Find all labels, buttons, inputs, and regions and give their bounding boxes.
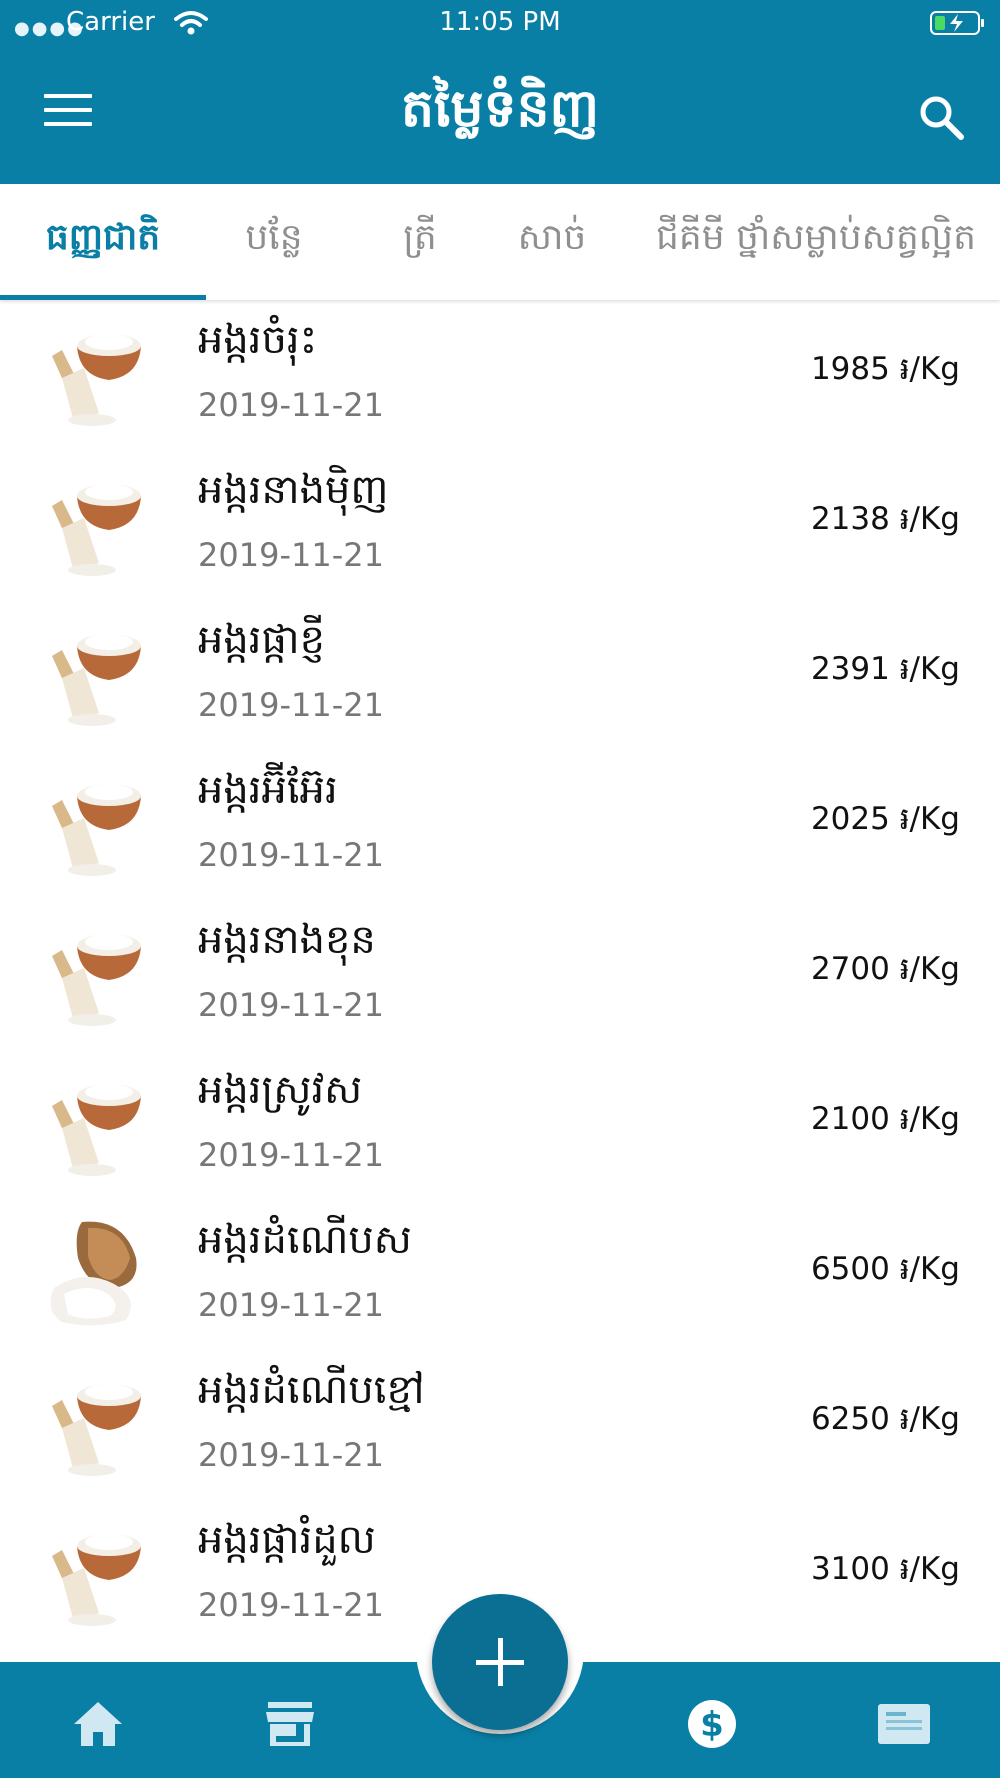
list-item[interactable]: អង្ករផ្កាខ្ញី 2019-11-21 2391 ៛/Kg [0, 600, 1000, 750]
list-item[interactable]: អង្ករនាងម៉ិញ 2019-11-21 2138 ៛/Kg [0, 450, 1000, 600]
item-price: 6250 ៛/Kg [810, 1401, 960, 1437]
app-bar: តម្លៃទំនិញ [0, 46, 1000, 184]
item-date: 2019-11-21 [198, 1136, 384, 1174]
rice-thumbnail [44, 1068, 154, 1180]
tab-vegetables[interactable]: បន្លែ [206, 184, 342, 300]
dollar-icon[interactable]: $ [684, 1698, 740, 1750]
item-date: 2019-11-21 [198, 386, 384, 424]
item-name: អង្ករផ្កាខ្ញី [198, 617, 325, 663]
item-price: 2138 ៛/Kg [810, 501, 960, 537]
item-date: 2019-11-21 [198, 986, 384, 1024]
rice-thumbnail [44, 618, 154, 730]
item-date: 2019-11-21 [198, 536, 384, 574]
tab-fish[interactable]: ត្រី [370, 184, 470, 300]
tab-cereals[interactable]: ធញ្ញជាតិ [0, 184, 206, 300]
page-title: តម្លៃទំនិញ [400, 78, 600, 139]
item-price: 2391 ៛/Kg [810, 651, 960, 687]
item-name: អង្ករស្រូវស [198, 1067, 363, 1113]
item-price: 2700 ៛/Kg [810, 951, 960, 987]
rice-thumbnail [44, 768, 154, 880]
list-item[interactable]: អង្ករនាងខុន 2019-11-21 2700 ៛/Kg [0, 900, 1000, 1050]
item-name: អង្ករផ្ការំដួល [198, 1517, 376, 1563]
tab-fertilizer-pesticide[interactable]: ជីគីមី ថ្នាំសម្លាប់សត្វល្អិត [656, 184, 1000, 300]
item-date: 2019-11-21 [198, 686, 384, 724]
rice-thumbnail [44, 918, 154, 1030]
rice-thumbnail [44, 1218, 154, 1330]
battery-icon [930, 11, 984, 35]
item-date: 2019-11-21 [198, 836, 384, 874]
price-list: អង្ករចំរុះ 2019-11-21 1985 ៛/Kg អង្ករនាង… [0, 300, 1000, 1650]
add-button[interactable] [432, 1594, 568, 1730]
news-icon[interactable] [876, 1698, 932, 1750]
item-price: 3100 ៛/Kg [810, 1551, 960, 1587]
item-name: អង្ករដំណើបស [198, 1217, 412, 1263]
home-icon[interactable] [70, 1698, 126, 1750]
status-time: 11:05 PM [439, 7, 561, 37]
item-name: អង្ករនាងខុន [198, 917, 376, 963]
list-item[interactable]: អង្ករស្រូវស 2019-11-21 2100 ៛/Kg [0, 1050, 1000, 1200]
status-bar: ●●●● Carrier 11:05 PM [0, 0, 1000, 46]
item-date: 2019-11-21 [198, 1286, 384, 1324]
item-date: 2019-11-21 [198, 1586, 384, 1624]
item-name: អង្ករចំរុះ [198, 317, 318, 363]
search-icon[interactable] [916, 92, 966, 142]
item-price: 2025 ៛/Kg [810, 801, 960, 837]
item-price: 6500 ៛/Kg [810, 1251, 960, 1287]
svg-text:$: $ [700, 1705, 724, 1745]
item-name: អង្ករនាងម៉ិញ [198, 467, 389, 513]
list-item[interactable]: អង្ករអ៊ីអ៊ែរ 2019-11-21 2025 ៛/Kg [0, 750, 1000, 900]
store-icon[interactable] [262, 1698, 318, 1750]
rice-thumbnail [44, 1368, 154, 1480]
item-name: អង្ករដំណើបខ្មៅ [198, 1367, 425, 1413]
category-tabs: ធញ្ញជាតិ បន្លែ ត្រី សាច់ ជីគីមី ថ្នាំសម្… [0, 184, 1000, 300]
list-item[interactable]: អង្ករដំណើបខ្មៅ 2019-11-21 6250 ៛/Kg [0, 1350, 1000, 1500]
rice-thumbnail [44, 1518, 154, 1630]
item-name: អង្ករអ៊ីអ៊ែរ [198, 767, 338, 813]
item-date: 2019-11-21 [198, 1436, 384, 1474]
rice-thumbnail [44, 318, 154, 430]
tab-meat[interactable]: សាច់ [500, 184, 604, 300]
item-price: 2100 ៛/Kg [810, 1101, 960, 1137]
item-price: 1985 ៛/Kg [810, 351, 960, 387]
list-item[interactable]: អង្ករចំរុះ 2019-11-21 1985 ៛/Kg [0, 300, 1000, 450]
list-item[interactable]: អង្ករដំណើបស 2019-11-21 6500 ៛/Kg [0, 1200, 1000, 1350]
rice-thumbnail [44, 468, 154, 580]
